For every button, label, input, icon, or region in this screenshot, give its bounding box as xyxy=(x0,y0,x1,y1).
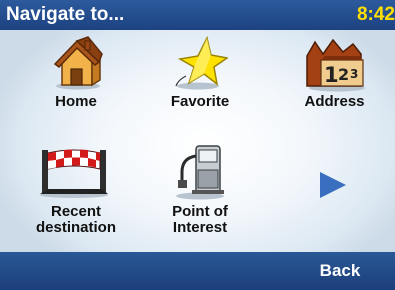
point-of-interest-line2: Interest xyxy=(172,219,228,236)
back-button[interactable]: Back xyxy=(285,252,395,290)
next-page-arrow-icon[interactable] xyxy=(318,170,348,200)
point-of-interest-button[interactable]: Point of Interest xyxy=(138,144,262,240)
recent-destination-label: Recent destination xyxy=(14,204,138,236)
address-digit-1: 1 xyxy=(324,63,339,87)
numbered-buildings-icon: 1 2 3 xyxy=(306,38,365,92)
house-icon xyxy=(53,36,103,90)
gas-pump-icon xyxy=(176,145,224,200)
address-digit-3: 3 xyxy=(350,67,358,81)
recent-destination-line2: destination xyxy=(35,219,116,236)
address-label: Address xyxy=(304,93,365,110)
recent-destination-button[interactable]: Recent destination xyxy=(14,144,138,240)
bottom-bar: Back xyxy=(0,252,395,290)
navigate-menu-screen: Navigate to... 8:42 Home Favorite 1 2 3 … xyxy=(0,0,395,290)
point-of-interest-label: Point of Interest xyxy=(138,204,262,236)
address-button[interactable]: 1 2 3 Address xyxy=(274,36,395,114)
favorite-button[interactable]: Favorite xyxy=(138,36,262,114)
screen-title: Navigate to... xyxy=(6,4,125,25)
clock: 8:42 xyxy=(356,4,395,25)
home-label: Home xyxy=(55,93,97,110)
point-of-interest-line1: Point of xyxy=(172,203,228,220)
home-button[interactable]: Home xyxy=(14,36,138,114)
title-bar: Navigate to... 8:42 xyxy=(0,0,395,30)
recent-destination-line1: Recent xyxy=(50,203,102,220)
favorite-label: Favorite xyxy=(170,93,230,110)
star-icon xyxy=(175,36,228,90)
finish-flag-icon xyxy=(40,149,108,198)
address-digit-2: 2 xyxy=(338,65,349,84)
